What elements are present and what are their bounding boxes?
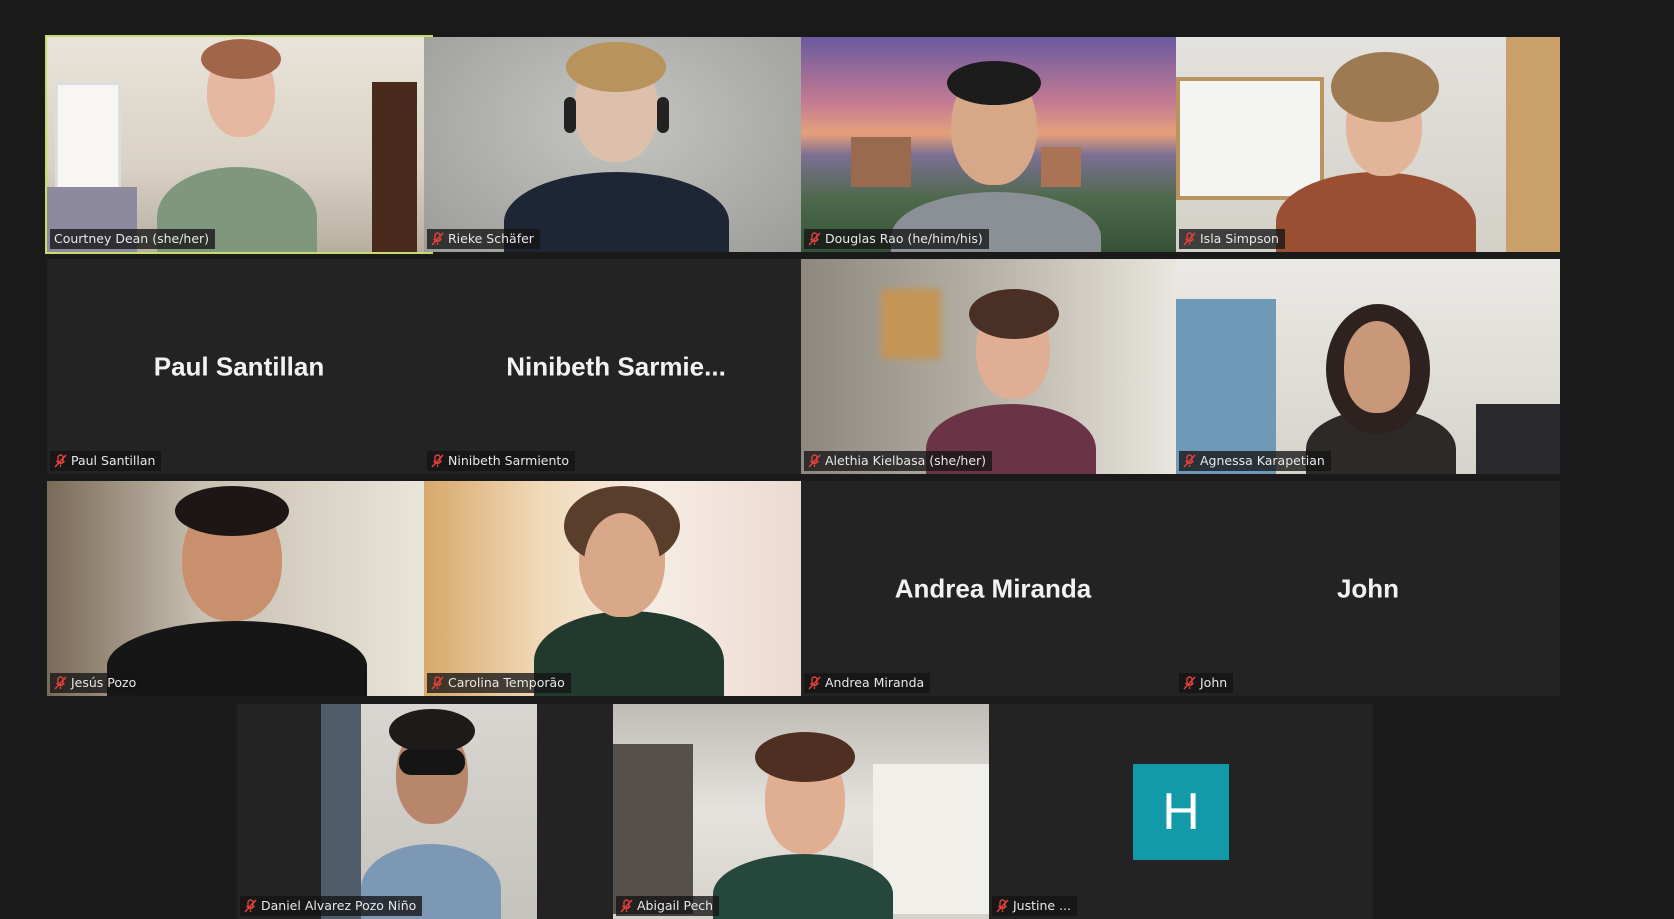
participant-video [237,704,621,919]
participant-name: Daniel Alvarez Pozo Niño [261,898,417,913]
participant-name-label: Ninibeth Sarmiento [427,451,575,471]
participant-name-label: Isla Simpson [1179,229,1285,249]
participant-name-label: Abigail Pech [616,896,720,916]
participant-name-label: Alethia Kielbasa (she/her) [804,451,993,471]
video-tile-andrea-miranda[interactable]: Andrea Miranda Andrea Miranda [801,481,1185,696]
participant-display-name: Andrea Miranda [894,573,1092,603]
participant-name: Abigail Pech [637,898,714,913]
participant-name-label: Douglas Rao (he/him/his) [804,229,989,249]
participant-name-label: Agnessa Karapetian [1179,451,1331,471]
video-tile-alethia-kielbasa[interactable]: Alethia Kielbasa (she/her) [801,259,1185,474]
participant-name-label: Justine ... [992,896,1078,916]
participant-video [1176,37,1560,252]
mic-muted-icon [808,676,821,690]
participant-video [801,37,1185,252]
video-tile-jesus-pozo[interactable]: Jesús Pozo [47,481,431,696]
participant-name: Jesús Pozo [71,675,137,690]
participant-name: Carolina Temporão [448,675,565,690]
video-tile-abigail-pech[interactable]: Abigail Pech [613,704,997,919]
avatar: H [1133,764,1229,860]
mic-muted-icon [1183,454,1196,468]
mic-muted-icon [431,676,444,690]
participant-video [1176,259,1560,474]
participant-name-label: Daniel Alvarez Pozo Niño [240,896,423,916]
participant-name-label: Courtney Dean (she/her) [50,229,216,249]
mic-muted-icon [996,899,1009,913]
participant-name: Douglas Rao (he/him/his) [825,231,983,246]
participant-name: Rieke Schäfer [448,231,534,246]
video-tile-courtney-dean[interactable]: Courtney Dean (she/her) [45,35,433,254]
participant-display-name: Paul Santillan [153,351,325,381]
participant-name: Paul Santillan [71,453,156,468]
mic-muted-icon [431,454,444,468]
video-tile-carolina-temporao[interactable]: Carolina Temporão [424,481,808,696]
mic-muted-icon [431,232,444,246]
participant-name-label: Rieke Schäfer [427,229,540,249]
participant-display-name: John [1336,573,1400,603]
participant-video [801,259,1185,474]
participant-name: John [1200,675,1228,690]
participant-video [424,37,808,252]
participant-video [47,481,431,696]
video-tile-justine[interactable]: H Justine ... [989,704,1373,919]
participant-name: Justine ... [1013,898,1072,913]
participant-name: Agnessa Karapetian [1200,453,1325,468]
participant-name-label: Paul Santillan [50,451,162,471]
participant-video [424,481,808,696]
participant-video [47,37,431,252]
mic-muted-icon [1183,676,1196,690]
mic-muted-icon [620,899,633,913]
participant-name: Courtney Dean (she/her) [54,231,210,246]
participant-name: Alethia Kielbasa (she/her) [825,453,987,468]
mic-muted-icon [244,899,257,913]
video-tile-isla-simpson[interactable]: Isla Simpson [1176,37,1560,252]
participant-name-label: Jesús Pozo [50,673,143,693]
participant-name-label: John [1179,673,1234,693]
mic-muted-icon [54,676,67,690]
participant-name: Andrea Miranda [825,675,925,690]
video-tile-daniel-alvarez[interactable]: Daniel Alvarez Pozo Niño [237,704,621,919]
participant-video [613,704,997,919]
video-tile-douglas-rao[interactable]: Douglas Rao (he/him/his) [801,37,1185,252]
mic-muted-icon [808,232,821,246]
participant-name-label: Andrea Miranda [804,673,931,693]
mic-muted-icon [54,454,67,468]
video-tile-ninibeth-sarmiento[interactable]: Ninibeth Sarmie... Ninibeth Sarmiento [424,259,808,474]
participant-display-name: Ninibeth Sarmie... [506,351,726,381]
video-tile-paul-santillan[interactable]: Paul Santillan Paul Santillan [47,259,431,474]
video-tile-john[interactable]: John John [1176,481,1560,696]
mic-muted-icon [808,454,821,468]
participant-name: Isla Simpson [1200,231,1279,246]
video-tile-rieke-schafer[interactable]: Rieke Schäfer [424,37,808,252]
mic-muted-icon [1183,232,1196,246]
participant-name-label: Carolina Temporão [427,673,571,693]
video-tile-agnessa-karapetian[interactable]: Agnessa Karapetian [1176,259,1560,474]
participant-name: Ninibeth Sarmiento [448,453,569,468]
